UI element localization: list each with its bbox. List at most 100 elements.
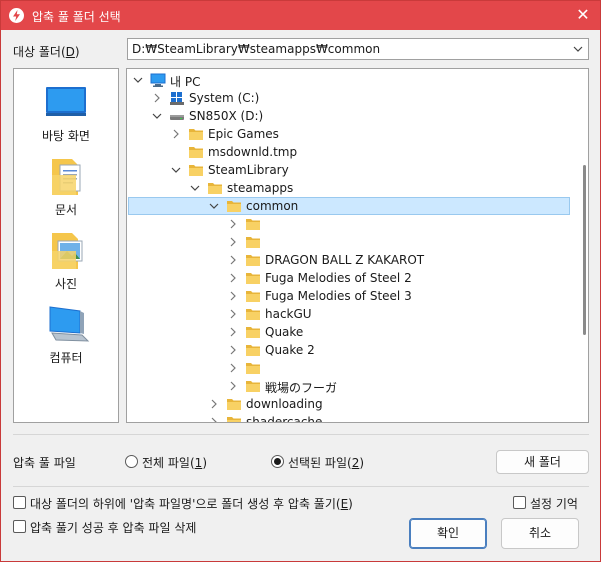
tree-row[interactable]: Quake 2 <box>127 341 567 359</box>
tree-row[interactable]: shadercache <box>127 413 567 423</box>
tree-row[interactable]: msdownld.tmp <box>127 143 567 161</box>
chevron-down-icon[interactable] <box>190 182 200 194</box>
tree-row[interactable]: SteamLibrary <box>127 161 567 179</box>
remember-settings-checkbox[interactable] <box>513 496 526 509</box>
place-desktop[interactable]: 바탕 화면 <box>14 81 118 147</box>
place-documents[interactable]: 문서 <box>14 155 118 221</box>
chevron-right-icon[interactable] <box>228 380 238 392</box>
tree-row[interactable]: downloading <box>127 395 567 413</box>
chevron-right-icon[interactable] <box>228 218 238 230</box>
folder-icon <box>226 414 242 422</box>
radio-selected-files[interactable] <box>271 455 284 468</box>
tree-row[interactable]: 내 PC <box>127 71 567 89</box>
computer-icon <box>150 72 166 88</box>
radio-all-files[interactable] <box>125 455 138 468</box>
extract-files-label: 압축 풀 파일 <box>13 456 76 470</box>
places-bar: 바탕 화면 문서 사진 컴퓨터 <box>13 68 119 423</box>
folder-icon <box>188 126 204 142</box>
radio-selected-files-label[interactable]: 선택된 파일(2) <box>288 454 364 471</box>
chevron-down-icon[interactable] <box>171 164 181 176</box>
chevron-right-icon[interactable] <box>228 236 238 248</box>
chevron-down-icon[interactable] <box>209 200 219 212</box>
chevron-right-icon[interactable] <box>228 254 238 266</box>
tree-row[interactable]: 戦場のフーガ <box>127 377 567 395</box>
extract-folder-dialog: 압축 풀 폴더 선택 ✕ 대상 폴더(D) D:₩SteamLibrary₩st… <box>0 0 601 562</box>
chevron-right-icon[interactable] <box>152 92 162 104</box>
tree-row-label: 내 PC <box>170 75 201 89</box>
drive-icon <box>169 108 185 124</box>
folder-icon <box>245 360 261 376</box>
chevron-right-icon[interactable] <box>209 398 219 410</box>
folder-icon <box>188 144 204 160</box>
tree-row[interactable] <box>127 215 567 233</box>
delete-archive-checkbox[interactable] <box>13 520 26 533</box>
chevron-right-icon[interactable] <box>171 128 181 140</box>
folder-tree[interactable]: 내 PC System (C:) SN850X (D:) Epic Games msdo… <box>126 68 589 423</box>
tree-row[interactable]: DRAGON BALL Z KAKAROT <box>127 251 567 269</box>
create-subfolder-label[interactable]: 대상 폴더의 하위에 '압축 파일명'으로 폴더 생성 후 압축 풀기(E) <box>30 495 353 512</box>
place-pictures[interactable]: 사진 <box>14 229 118 295</box>
folder-icon <box>226 396 242 412</box>
radio-all-files-label[interactable]: 전체 파일(1) <box>142 454 207 471</box>
tree-row-label: steamapps <box>227 181 294 195</box>
folder-icon <box>245 234 261 250</box>
close-button[interactable]: ✕ <box>572 4 594 26</box>
place-label: 문서 <box>54 203 78 217</box>
place-label: 컴퓨터 <box>49 351 83 365</box>
tree-row-label: hackGU <box>265 307 312 321</box>
ok-button[interactable]: 확인 <box>409 518 487 549</box>
divider <box>13 486 589 487</box>
place-label: 바탕 화면 <box>42 129 90 143</box>
tree-row[interactable] <box>127 233 567 251</box>
chevron-down-icon[interactable] <box>152 110 162 122</box>
chevron-down-icon[interactable] <box>133 74 143 86</box>
target-folder-combo[interactable]: D:₩SteamLibrary₩steamapps₩common <box>127 38 589 60</box>
tree-row[interactable] <box>127 359 567 377</box>
tree-row-label: Quake 2 <box>265 343 315 357</box>
create-subfolder-checkbox[interactable] <box>13 496 26 509</box>
computer-icon <box>42 303 90 345</box>
tree-row[interactable]: SN850X (D:) <box>127 107 567 125</box>
target-folder-label: 대상 폴더(D) <box>13 45 80 59</box>
tree-row[interactable]: Epic Games <box>127 125 567 143</box>
tree-row-label: DRAGON BALL Z KAKAROT <box>265 253 425 267</box>
tree-row-label: Epic Games <box>208 127 279 141</box>
dialog-body: 대상 폴더(D) D:₩SteamLibrary₩steamapps₩commo… <box>1 30 600 561</box>
folder-icon <box>226 198 242 214</box>
chevron-right-icon[interactable] <box>209 416 219 422</box>
chevron-right-icon[interactable] <box>228 272 238 284</box>
chevron-right-icon[interactable] <box>228 362 238 374</box>
tree-row-label: SN850X (D:) <box>189 109 264 123</box>
window-title: 압축 풀 폴더 선택 <box>32 10 121 24</box>
tree-row[interactable]: hackGU <box>127 305 567 323</box>
selection-highlight <box>128 197 570 215</box>
tree-row-label: shadercache <box>246 415 323 423</box>
folder-icon <box>245 342 261 358</box>
delete-archive-label[interactable]: 압축 풀기 성공 후 압축 파일 삭제 <box>30 519 196 536</box>
tree-row-label: SteamLibrary <box>208 163 289 177</box>
tree-row[interactable]: Fuga Melodies of Steel 2 <box>127 269 567 287</box>
place-label: 사진 <box>54 277 78 291</box>
divider <box>13 434 589 435</box>
tree-row-label: downloading <box>246 397 323 411</box>
chevron-right-icon[interactable] <box>228 308 238 320</box>
tree-scrollbar-thumb[interactable] <box>583 165 586 335</box>
tree-row[interactable]: Quake <box>127 323 567 341</box>
desktop-icon <box>42 81 90 123</box>
chevron-down-icon[interactable] <box>572 42 584 56</box>
place-computer[interactable]: 컴퓨터 <box>14 303 118 369</box>
tree-row[interactable]: System (C:) <box>127 89 567 107</box>
folder-icon <box>245 270 261 286</box>
remember-settings-label[interactable]: 설정 기억 <box>530 495 578 512</box>
chevron-right-icon[interactable] <box>228 326 238 338</box>
cancel-button[interactable]: 취소 <box>501 518 579 549</box>
tree-row[interactable]: steamapps <box>127 179 567 197</box>
new-folder-button[interactable]: 새 폴더 <box>496 450 589 474</box>
tree-row-selected[interactable]: common <box>127 197 570 215</box>
tree-row-label: msdownld.tmp <box>208 145 298 159</box>
chevron-right-icon[interactable] <box>228 290 238 302</box>
tree-row[interactable]: Fuga Melodies of Steel 3 <box>127 287 567 305</box>
folder-icon <box>245 306 261 322</box>
chevron-right-icon[interactable] <box>228 344 238 356</box>
title-bar[interactable]: 압축 풀 폴더 선택 ✕ <box>1 1 600 30</box>
